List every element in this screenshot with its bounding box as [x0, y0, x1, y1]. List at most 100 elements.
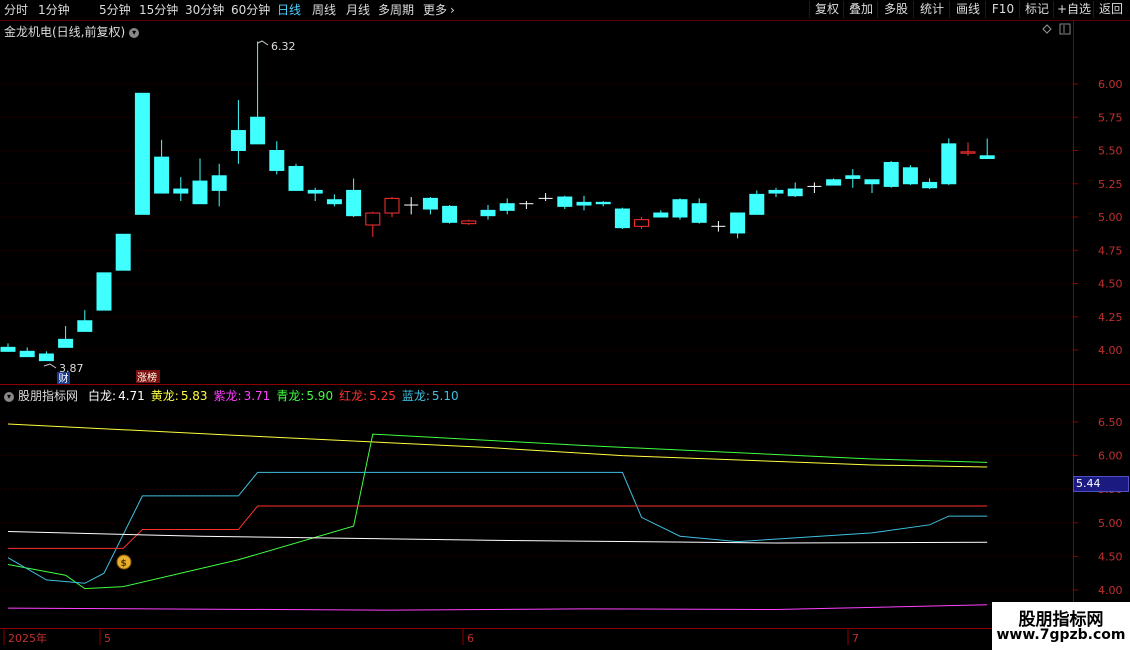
indicator-value: 紫龙: 3.71: [214, 389, 271, 403]
candlestick: [711, 220, 726, 232]
candle-body: [269, 150, 285, 171]
diamond-icon[interactable]: [1042, 24, 1052, 34]
candlestick: [902, 165, 918, 186]
candle-body: [154, 156, 170, 194]
candle-body: [58, 338, 74, 348]
candlestick: [749, 190, 765, 215]
indicator-value: 青龙: 5.90: [276, 389, 333, 403]
candle-body: [979, 155, 995, 159]
candle-body: [384, 197, 400, 214]
indicator-line-yellow: [7, 423, 988, 468]
finance-badge-label: 财: [59, 372, 69, 385]
indicator-line-green: [7, 433, 988, 590]
candlestick: [691, 198, 707, 224]
candlestick: [173, 177, 189, 202]
ind-ytick-label: 5.00: [1098, 517, 1123, 530]
high-price-label: 6.32: [271, 40, 296, 53]
candle-body: [19, 350, 35, 358]
candlestick: [404, 197, 419, 215]
candle-body: [307, 189, 323, 194]
candle-body: [38, 353, 54, 362]
high-price-marker: 6.32: [257, 40, 296, 53]
indicator-line-white: [7, 531, 988, 544]
indicator-value-number: 5.25: [369, 389, 396, 403]
finance-badge[interactable]: 财: [57, 372, 70, 385]
candle-body: [480, 209, 496, 217]
candlestick: [0, 343, 16, 352]
indicator-value-label: 红龙:: [339, 389, 368, 403]
candlestick: [672, 198, 688, 220]
candle-body: [326, 199, 342, 205]
main-ytick-label: 6.00: [1098, 78, 1123, 91]
candle-body: [595, 201, 611, 205]
candlestick: [365, 211, 381, 237]
money-bag-icon: $: [116, 554, 132, 570]
candlestick: [538, 193, 553, 202]
candlestick: [787, 182, 803, 198]
main-ytick-label: 5.50: [1098, 145, 1123, 158]
indicator-name[interactable]: 股朋指标网: [18, 389, 78, 403]
candle-body: [902, 167, 918, 185]
candlestick: [211, 163, 227, 207]
indicator-value-label: 紫龙:: [213, 389, 242, 403]
candlestick: [845, 169, 861, 188]
candle-body: [922, 181, 938, 189]
indicator-value-label: 青龙:: [276, 389, 305, 403]
indicator-value-label: 黄龙:: [150, 389, 179, 403]
candle-body: [115, 233, 131, 271]
candle-body: [749, 193, 765, 215]
indicator-value: 蓝龙: 5.10: [402, 389, 459, 403]
ind-ytick-label: 6.00: [1098, 450, 1123, 463]
candlestick: [883, 161, 899, 188]
candle-body: [365, 212, 381, 226]
candle-body: [0, 346, 16, 352]
xtick-label: 2025年: [8, 631, 47, 645]
indicator-value-number: 5.83: [180, 389, 208, 403]
main-ytick-label: 4.25: [1098, 311, 1123, 324]
candlestick: [634, 217, 650, 229]
candlestick: [960, 142, 976, 156]
candle-body: [826, 179, 842, 186]
chart-canvas: 6.00 5.75 5.50 5.25 5.00 4.75 4.50 4.25 4.00 6.5…: [0, 20, 1130, 650]
candle-body: [96, 272, 112, 311]
candlestick: [941, 138, 957, 186]
ind-ytick-label: 4.00: [1098, 584, 1123, 597]
candle-body: [883, 161, 899, 187]
scroll-toggle-icon[interactable]: [1059, 23, 1071, 35]
candlestick: [134, 92, 150, 215]
xtick-label: 6: [467, 632, 474, 645]
candle-body: [768, 189, 784, 194]
candle-body: [211, 175, 227, 191]
candlestick: [595, 201, 611, 207]
candlestick: [807, 182, 822, 194]
indicator-value-number: 5.10: [431, 389, 459, 403]
candle-body: [192, 180, 208, 205]
limit-up-badge[interactable]: 涨榜: [136, 370, 160, 384]
candlestick: [230, 99, 246, 164]
candle-body: [634, 219, 650, 227]
candle-body: [422, 197, 438, 210]
watermark-url: www.7gpzb.com: [996, 627, 1126, 643]
candle-body: [672, 199, 688, 218]
candlestick: [576, 195, 592, 211]
candle-body: [442, 205, 458, 223]
indicator-value: 白龙: 4.71: [88, 389, 145, 403]
candle-body: [173, 188, 189, 194]
main-ytick-label: 4.75: [1098, 244, 1123, 257]
candlestick: [154, 139, 170, 194]
candlestick: [192, 158, 208, 205]
xtick-label: 7: [852, 632, 859, 645]
candlestick: [19, 347, 35, 358]
candle-body: [960, 151, 976, 154]
xtick-label: 5: [104, 632, 111, 645]
candle-body: [614, 208, 630, 229]
indicator-menu-icon[interactable]: ▾: [4, 392, 14, 402]
indicator-value: 红龙: 5.25: [339, 389, 396, 403]
candlestick: [384, 197, 400, 217]
candlestick: [250, 41, 266, 145]
candlestick: [499, 198, 515, 215]
candlestick: [461, 219, 477, 225]
candle-body: [864, 179, 880, 185]
candlestick: [58, 326, 74, 348]
candlestick: [864, 179, 880, 194]
